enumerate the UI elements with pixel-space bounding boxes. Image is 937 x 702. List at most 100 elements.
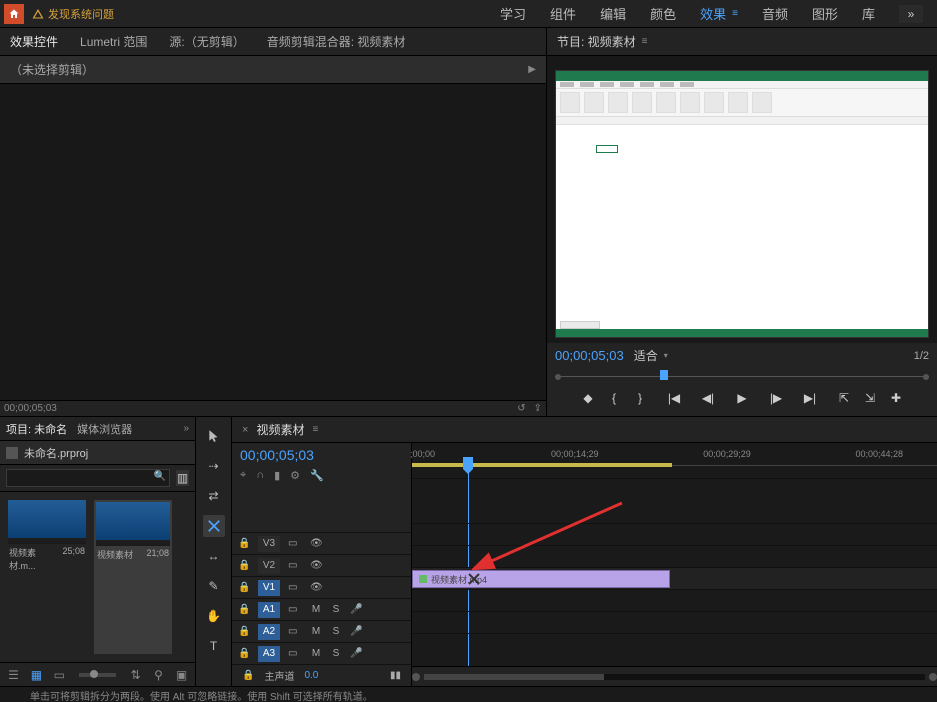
lock-icon[interactable]: 🔒 — [238, 626, 250, 637]
sort-button[interactable]: ⇅ — [128, 667, 143, 683]
track-label[interactable]: V1 — [258, 580, 280, 596]
new-item-button[interactable]: ▣ — [174, 667, 189, 683]
lift-button[interactable]: ⇱ — [836, 390, 852, 406]
nav-assembly[interactable]: 组件 — [550, 4, 576, 23]
track-select-tool[interactable]: ⇢ — [203, 455, 225, 477]
system-warning[interactable]: 发现系统问题 — [32, 6, 114, 22]
selection-tool[interactable] — [203, 425, 225, 447]
track-header-a2[interactable]: 🔒 A2 ▭ M S 🎤 — [232, 620, 411, 642]
mute-button[interactable]: M — [310, 626, 322, 637]
zoom-resolution[interactable]: 1/2 — [914, 350, 929, 362]
voice-over-icon[interactable]: 🎤 — [350, 648, 362, 659]
tab-source-noclip[interactable]: 源:（无剪辑） — [167, 29, 246, 54]
nav-overflow-button[interactable]: » — [899, 5, 923, 23]
nav-graphics[interactable]: 图形 — [812, 4, 838, 23]
solo-button[interactable]: S — [330, 648, 342, 659]
video-clip[interactable]: 视频素材.mp4 — [412, 570, 670, 588]
sequence-name[interactable]: 视频素材 — [256, 421, 304, 438]
find-button[interactable]: ⚲ — [151, 667, 166, 683]
program-timecode[interactable]: 00;00;05;03 — [555, 348, 624, 363]
program-panel-menu-icon[interactable]: ≡ — [642, 36, 648, 47]
track-label[interactable]: A1 — [258, 602, 280, 618]
subheader-expand-icon[interactable]: ▶ — [528, 64, 536, 75]
track-v1[interactable]: 视频素材.mp4 — [412, 567, 937, 589]
tab-program[interactable]: 节目: 视频素材 — [557, 33, 636, 50]
snap-toggle[interactable]: ⌖ — [240, 469, 246, 482]
slip-tool[interactable]: ↔ — [203, 545, 225, 567]
track-label[interactable]: A3 — [258, 646, 280, 662]
track-header-a3[interactable]: 🔒 A3 ▭ M S 🎤 — [232, 642, 411, 664]
zoom-out-handle[interactable] — [412, 673, 420, 681]
ripple-edit-tool[interactable]: ⇄ — [203, 485, 225, 507]
timeline-timecode[interactable]: 00;00;05;03 — [240, 447, 314, 463]
pen-tool[interactable]: ✎ — [203, 575, 225, 597]
eye-icon[interactable]: 👁 — [310, 582, 324, 593]
mute-button[interactable]: M — [310, 648, 322, 659]
nav-library[interactable]: 库 — [862, 4, 875, 23]
tab-effect-controls[interactable]: 效果控件 — [8, 29, 60, 54]
toggle-output-icon[interactable]: ▭ — [288, 648, 302, 659]
toggle-output-icon[interactable]: ▭ — [288, 560, 302, 571]
export-frame-button[interactable]: ✚ — [888, 390, 904, 406]
track-label[interactable]: V3 — [258, 536, 280, 552]
play-button[interactable]: ▶ — [734, 390, 750, 406]
panel-overflow-icon[interactable]: » — [183, 423, 189, 434]
step-back-button[interactable]: ◀| — [700, 390, 716, 406]
scroll-thumb[interactable] — [424, 674, 604, 680]
close-sequence-button[interactable]: × — [242, 424, 248, 436]
out-bracket-button[interactable]: } — [632, 390, 648, 406]
track-label[interactable]: V2 — [258, 558, 280, 574]
track-a2[interactable] — [412, 611, 937, 633]
list-view-button[interactable]: ☰ — [6, 667, 21, 683]
thumbnail-size-slider[interactable] — [79, 673, 116, 677]
freeform-view-button[interactable]: ▭ — [52, 667, 67, 683]
mark-in-button[interactable]: ◆ — [580, 390, 596, 406]
solo-button[interactable]: S — [330, 604, 342, 615]
program-scrubber[interactable] — [555, 368, 929, 382]
work-area-bar[interactable] — [412, 463, 672, 467]
time-ruler[interactable]: ;00;0000;00;14;2900;00;29;2900;00;44;28 — [412, 443, 937, 479]
tab-media-browser[interactable]: 媒体浏览器 — [77, 421, 132, 437]
hand-tool[interactable]: ✋ — [203, 605, 225, 627]
timeline-panel-menu-icon[interactable]: ≡ — [312, 424, 318, 435]
source-timecode[interactable]: 00;00;05;03 — [4, 403, 57, 414]
lock-icon[interactable]: 🔒 — [238, 538, 250, 549]
program-monitor[interactable] — [547, 56, 937, 343]
track-header-v1[interactable]: 🔒 V1 ▭ 👁 — [232, 576, 411, 598]
nav-learn[interactable]: 学习 — [500, 4, 526, 23]
track-header-a1[interactable]: 🔒 A1 ▭ M S 🎤 — [232, 598, 411, 620]
master-meter-icon[interactable]: ▮▮ — [390, 670, 401, 681]
razor-tool[interactable] — [203, 515, 225, 537]
tab-audio-clip-mixer[interactable]: 音频剪辑混合器: 视频素材 — [265, 29, 408, 54]
lock-icon[interactable]: 🔒 — [242, 670, 254, 681]
eye-icon[interactable]: 👁 — [310, 560, 324, 571]
settings-toggle[interactable]: ⚙ — [290, 469, 300, 482]
nav-effects[interactable]: 效果 — [700, 4, 726, 23]
master-value[interactable]: 0.0 — [304, 670, 318, 681]
voice-over-icon[interactable]: 🎤 — [350, 604, 362, 615]
nav-audio[interactable]: 音频 — [762, 4, 788, 23]
icon-view-button[interactable]: ▦ — [29, 667, 44, 683]
scrub-playhead[interactable] — [660, 370, 668, 380]
lock-icon[interactable]: 🔒 — [238, 582, 250, 593]
track-header-v2[interactable]: 🔒 V2 ▭ 👁 — [232, 554, 411, 576]
playhead-handle[interactable] — [463, 457, 473, 469]
solo-button[interactable]: S — [330, 626, 342, 637]
zoom-fit-select[interactable]: 适合 ▾ — [634, 347, 668, 364]
go-to-out-button[interactable]: ▶| — [802, 390, 818, 406]
nav-color[interactable]: 颜色 — [650, 4, 676, 23]
search-input[interactable] — [6, 469, 170, 487]
toggle-output-icon[interactable]: ▭ — [288, 626, 302, 637]
in-bracket-button[interactable]: { — [606, 390, 622, 406]
zoom-in-handle[interactable] — [929, 673, 937, 681]
toggle-output-icon[interactable]: ▭ — [288, 538, 302, 549]
source-export-icon[interactable]: ⇪ — [534, 403, 542, 414]
extract-button[interactable]: ⇲ — [862, 390, 878, 406]
track-label[interactable]: A2 — [258, 624, 280, 640]
new-bin-button[interactable]: ▥ — [176, 470, 189, 486]
track-header-v3[interactable]: 🔒 V3 ▭ 👁 — [232, 532, 411, 554]
track-a1[interactable] — [412, 589, 937, 611]
bin-item-clip[interactable]: 视频素材.m... 25;08 — [8, 500, 86, 654]
bin-item-sequence[interactable]: 视频素材 21;08 — [94, 500, 172, 654]
lock-icon[interactable]: 🔒 — [238, 648, 250, 659]
